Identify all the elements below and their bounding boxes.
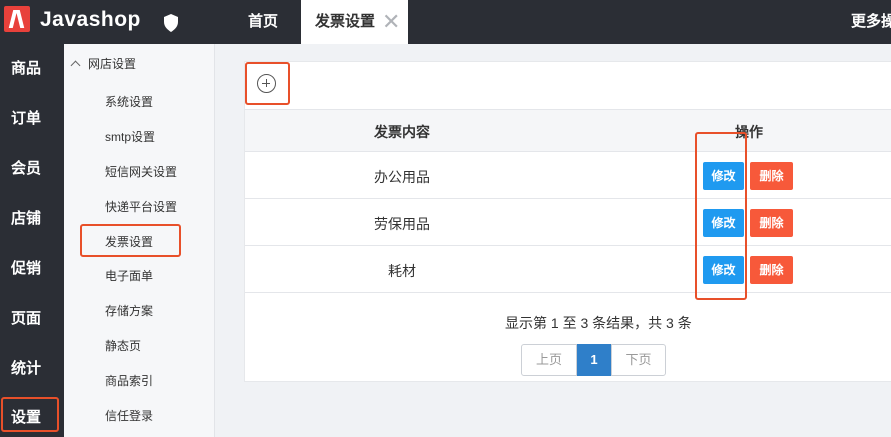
primary-nav: 商品 订单 会员 店铺 促销 页面 统计 设置 [0, 44, 64, 437]
submenu-item-storage[interactable]: 存储方案 [105, 302, 153, 319]
next-page-button[interactable]: 下页 [611, 344, 666, 376]
chevron-up-icon [70, 60, 81, 71]
tab-invoice-settings[interactable]: 发票设置 ✕ [301, 0, 408, 44]
nav-item-goods[interactable]: 商品 [0, 44, 64, 94]
submenu-item-express-platform[interactable]: 快递平台设置 [105, 198, 177, 215]
prev-page-button[interactable]: 上页 [521, 344, 577, 376]
nav-item-pages[interactable]: 页面 [0, 294, 64, 344]
logo: Javashop [0, 0, 215, 44]
edit-button[interactable]: 修改 [703, 209, 744, 237]
delete-button[interactable]: 删除 [750, 162, 793, 190]
nav-item-shops[interactable]: 店铺 [0, 194, 64, 244]
table-row: 耗材 修改 删除 [245, 246, 891, 293]
tab-home[interactable]: 首页 [248, 0, 278, 44]
add-invoice-button[interactable] [257, 74, 276, 93]
nav-item-promotions[interactable]: 促销 [0, 244, 64, 294]
submenu-item-system[interactable]: 系统设置 [105, 93, 153, 110]
submenu-group-label: 网店设置 [88, 57, 137, 71]
table-row: 办公用品 修改 删除 [245, 152, 891, 199]
submenu-item-goods-index[interactable]: 商品索引 [105, 372, 153, 389]
nav-item-orders[interactable]: 订单 [0, 94, 64, 144]
submenu-item-e-waybill[interactable]: 电子面单 [105, 267, 153, 284]
invoice-content-cell: 劳保用品 [374, 216, 430, 232]
pagination-summary: 显示第 1 至 3 条结果，共 3 条 [505, 315, 692, 331]
invoice-content-cell: 耗材 [388, 263, 416, 279]
column-header-content: 发票内容 [374, 124, 430, 140]
submenu-item-static-pages[interactable]: 静态页 [105, 337, 141, 354]
submenu-item-sms-gateway[interactable]: 短信网关设置 [105, 163, 177, 180]
submenu-item-invoice[interactable]: 发票设置 [105, 233, 153, 250]
tab-invoice-settings-label: 发票设置 [315, 13, 376, 30]
close-icon[interactable]: ✕ [382, 0, 400, 44]
logo-mark-icon [4, 6, 30, 32]
submenu-item-smtp[interactable]: smtp设置 [105, 128, 155, 145]
table-header: 发票内容 操作 [245, 109, 891, 152]
submenu-group-store-settings[interactable]: 网店设置 [70, 55, 137, 72]
page-number-current[interactable]: 1 [577, 344, 611, 376]
shield-icon[interactable] [163, 14, 179, 32]
edit-button[interactable]: 修改 [703, 162, 744, 190]
column-header-action: 操作 [735, 124, 763, 140]
top-bar: Javashop 首页 发票设置 ✕ 更多操 [0, 0, 891, 44]
delete-button[interactable]: 删除 [750, 256, 793, 284]
settings-submenu: 网店设置 系统设置 smtp设置 短信网关设置 快递平台设置 发票设置 电子面单… [64, 44, 215, 437]
edit-button[interactable]: 修改 [703, 256, 744, 284]
invoice-content-cell: 办公用品 [374, 169, 430, 185]
delete-button[interactable]: 删除 [750, 209, 793, 237]
table-row: 劳保用品 修改 删除 [245, 199, 891, 246]
app-name: Javashop [40, 8, 141, 31]
submenu-item-trusted-login[interactable]: 信任登录 [105, 407, 153, 424]
nav-item-statistics[interactable]: 统计 [0, 344, 64, 394]
nav-item-members[interactable]: 会员 [0, 144, 64, 194]
more-actions[interactable]: 更多操 [851, 0, 891, 44]
nav-item-settings[interactable]: 设置 [0, 393, 64, 437]
